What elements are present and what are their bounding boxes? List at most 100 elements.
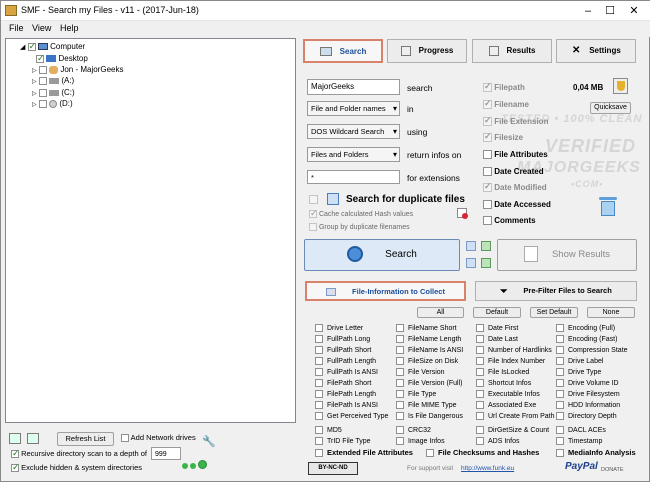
field-option-checkbox[interactable] [556,426,564,434]
field-option[interactable]: File IsLocked [476,368,529,376]
field-option[interactable]: File Checksums and Hashes [426,448,539,458]
field-option[interactable]: File MIME Type [396,401,457,409]
info-option-checkbox[interactable] [483,167,492,177]
quicksave-button[interactable]: Quicksave [590,102,631,114]
field-option[interactable]: DirGetSize & Count [476,426,549,434]
tab-prefilter[interactable]: ⏷ Pre-Filter Files to Search [475,281,637,301]
field-option-checkbox[interactable] [556,401,564,409]
info-option-checkbox[interactable] [483,115,492,127]
field-option-checkbox[interactable] [476,346,484,354]
field-option-checkbox[interactable] [476,426,484,434]
field-option-checkbox[interactable] [476,379,484,387]
field-option-checkbox[interactable] [556,437,564,445]
drive-a-checkbox[interactable] [38,76,47,85]
match-type-select[interactable]: File and Folder names [307,101,400,116]
set-default-button[interactable]: Set Default [530,307,578,318]
field-option[interactable]: Drive Volume ID [556,379,619,387]
field-option[interactable]: File Version (Full) [396,379,462,387]
expand-icon[interactable]: ◢ [20,44,25,51]
field-option-checkbox[interactable] [396,324,404,332]
info-option-checkbox[interactable] [483,131,492,143]
field-option-checkbox[interactable] [556,335,564,343]
field-option-checkbox[interactable] [315,412,323,420]
field-option[interactable]: Encoding (Fast) [556,335,617,343]
field-option-checkbox[interactable] [315,357,323,365]
info-option-checkbox[interactable] [483,216,492,226]
info-option[interactable]: Comments [483,216,536,226]
drive-tree[interactable]: ◢ Computer Desktop ▷ Jon - MajorGeeks ▷ … [5,38,296,423]
field-option[interactable]: FileSize on Disk [396,357,458,365]
field-option-checkbox[interactable] [426,449,434,458]
tree-node-drive-a[interactable]: ▷ (A:) [32,76,74,85]
tree-node-computer[interactable]: ◢ Computer [20,41,85,52]
search-input[interactable]: MajorGeeks [307,79,400,95]
field-option-checkbox[interactable] [315,449,323,458]
field-option[interactable]: MediaInfo Analysis [556,448,636,458]
field-option[interactable]: CRC32 [396,426,431,434]
collapse-icon[interactable]: ▷ [32,79,37,85]
field-option-checkbox[interactable] [315,368,323,376]
support-link[interactable]: http://www.funk.eu [461,465,514,472]
close-button[interactable]: ✕ [623,1,645,21]
search-mode-select[interactable]: DOS Wildcard Search [307,124,400,139]
info-option[interactable]: Filename [483,98,529,110]
info-option[interactable]: Date Modified [483,181,547,193]
field-option-checkbox[interactable] [396,401,404,409]
field-option-checkbox[interactable] [476,390,484,398]
computer-checkbox[interactable] [27,41,36,52]
field-option[interactable]: Shortcut Infos [476,379,531,387]
depth-input[interactable]: 999 [151,447,181,460]
field-option-checkbox[interactable] [315,426,323,434]
field-option[interactable]: Number of Hardlinks [476,346,552,354]
field-option[interactable]: FilePath Is ANSI [315,401,378,409]
field-option[interactable]: TrID File Type [315,437,371,445]
field-option-checkbox[interactable] [476,401,484,409]
clear-cache-icon[interactable] [457,208,468,219]
hash-cache-option[interactable]: Cache calculated Hash values [309,208,413,219]
info-option[interactable]: File Extension [483,115,548,127]
drive-c-checkbox[interactable] [38,88,47,97]
field-option[interactable]: Is File Dangerous [396,412,463,420]
field-option-checkbox[interactable] [396,437,404,445]
info-option-checkbox[interactable] [483,200,492,210]
field-option-checkbox[interactable] [315,390,323,398]
tab-progress[interactable]: Progress [387,39,467,63]
field-option-checkbox[interactable] [396,335,404,343]
field-option-checkbox[interactable] [476,437,484,445]
tree-node-user[interactable]: ▷ Jon - MajorGeeks [32,65,123,74]
field-option-checkbox[interactable] [315,401,323,409]
info-option-checkbox[interactable] [483,98,492,110]
field-option[interactable]: ADS Infos [476,437,520,445]
field-option[interactable]: Drive Type [556,368,601,376]
default-button[interactable]: Default [473,307,521,318]
select-none-button[interactable]: None [587,307,635,318]
field-option[interactable]: Drive Label [556,357,603,365]
field-option[interactable]: Date First [476,324,518,332]
field-option[interactable]: Executable Infos [476,390,540,398]
field-option[interactable]: Extended File Attributes [315,448,413,458]
refresh-list-button[interactable]: Refresh List [57,432,114,446]
drive-d-checkbox[interactable] [38,99,47,108]
info-option[interactable]: File Attributes [483,150,548,160]
field-option-checkbox[interactable] [315,346,323,354]
field-option[interactable]: Compression State [556,346,628,354]
save-icon[interactable] [481,258,491,268]
field-option-checkbox[interactable] [396,357,404,365]
field-option[interactable]: FileName Is ANSI [396,346,463,354]
donate-label[interactable]: DONATE [601,467,624,473]
field-option-checkbox[interactable] [396,390,404,398]
collapse-icon[interactable]: ▷ [32,102,37,108]
field-option-checkbox[interactable] [476,357,484,365]
field-option[interactable]: FilePath Short [315,379,371,387]
field-option-checkbox[interactable] [396,346,404,354]
collapse-icon[interactable]: ▷ [32,68,37,74]
show-results-button[interactable]: Show Results [497,239,637,271]
maximize-button[interactable]: ☐ [599,1,621,21]
network-drives-option[interactable]: Add Network drives [121,433,196,443]
field-option-checkbox[interactable] [315,324,323,332]
info-option[interactable]: Date Accessed [483,200,551,210]
menu-help[interactable]: Help [60,23,79,33]
field-option[interactable]: FullPath Length [315,357,376,365]
field-option[interactable]: Date Last [476,335,518,343]
shield-icon[interactable] [613,78,628,94]
